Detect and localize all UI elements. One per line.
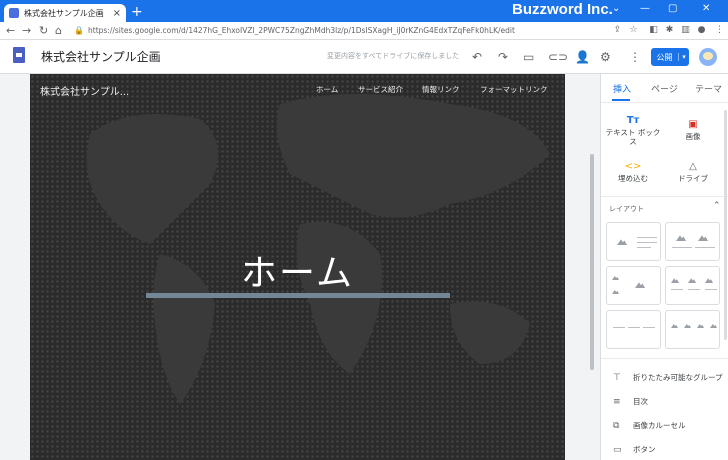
- hero-title[interactable]: ホーム: [30, 244, 565, 296]
- profile-icon[interactable]: ●: [696, 25, 707, 36]
- button-icon: ▭: [613, 444, 622, 455]
- brand-watermark: Buzzword Inc.: [512, 1, 613, 18]
- redo-icon[interactable]: ↷: [498, 50, 508, 64]
- nav-item-services[interactable]: サービス紹介: [358, 84, 403, 95]
- new-tab-button[interactable]: +: [131, 3, 143, 21]
- tab-insert[interactable]: 挿入: [613, 82, 631, 95]
- insert-item-label: 画像: [685, 132, 701, 141]
- browser-menu-icon[interactable]: ⋮: [714, 25, 725, 36]
- nav-item-home[interactable]: ホーム: [316, 84, 338, 95]
- address-bar: ← → ↻ ⌂ 🔒 https://sites.google.com/d/142…: [0, 22, 728, 40]
- tab-pages[interactable]: ページ: [651, 82, 678, 95]
- share-user-icon[interactable]: 👤: [575, 50, 590, 64]
- avatar[interactable]: [699, 48, 717, 66]
- tab-search-icon[interactable]: ⌄: [612, 3, 620, 14]
- hero-underline: [146, 293, 450, 298]
- drive-icon: △: [689, 161, 697, 172]
- insert-panel: 挿入 ページ テーマ Tт テキスト ボックス ▣ 画像 <> 埋め込む △ ド…: [600, 74, 728, 460]
- collapsible-icon: ⊤: [613, 372, 621, 383]
- browser-titlebar: 株式会社サンプル企画 × + Buzzword Inc. ⌄ — ▢ ✕: [0, 0, 728, 22]
- publish-button[interactable]: 公開 ▾: [651, 48, 689, 66]
- puzzle-icon[interactable]: ✱: [664, 25, 675, 36]
- layout-option[interactable]: [606, 222, 661, 261]
- forward-button[interactable]: →: [22, 24, 31, 37]
- layout-option[interactable]: [606, 310, 661, 349]
- insert-drive-button[interactable]: △ ドライブ: [665, 161, 721, 184]
- chevron-up-icon[interactable]: ⌃: [713, 201, 721, 211]
- active-tab-indicator: [612, 99, 630, 101]
- undo-icon[interactable]: ↶: [472, 50, 482, 64]
- collapsible-group-button[interactable]: ⊤ 折りたたみ可能なグループ: [613, 372, 723, 383]
- url-text: https://sites.google.com/d/1427hG_EhxoIV…: [88, 26, 515, 35]
- component-label: 画像カルーセル: [633, 421, 686, 430]
- publish-label: 公開: [656, 52, 673, 62]
- site-name[interactable]: 株式会社サンプル...: [40, 83, 129, 98]
- toc-icon: ≡: [613, 396, 621, 407]
- settings-gear-icon[interactable]: ⚙: [600, 50, 611, 64]
- site-header-canvas[interactable]: 株式会社サンプル... ホーム サービス紹介 情報リンク フォーマットリンク ホ…: [30, 74, 565, 460]
- sites-logo-icon[interactable]: [13, 47, 25, 63]
- layout-option[interactable]: [665, 222, 720, 261]
- browser-tab[interactable]: 株式会社サンプル企画 ×: [4, 4, 126, 22]
- nav-item-info-links[interactable]: 情報リンク: [422, 84, 460, 95]
- minimize-button[interactable]: —: [640, 3, 650, 14]
- layout-option[interactable]: [606, 266, 661, 305]
- insert-item-label: 埋め込む: [618, 174, 648, 183]
- section-divider: [601, 358, 728, 359]
- home-button[interactable]: ⌂: [55, 24, 62, 37]
- image-icon: ▣: [688, 119, 698, 130]
- embed-icon: <>: [624, 161, 642, 172]
- sites-favicon-icon: [9, 8, 19, 18]
- share-icon[interactable]: ⇪: [612, 25, 623, 36]
- link-icon[interactable]: ⊂⊃: [548, 50, 568, 64]
- tab-divider: [601, 102, 728, 103]
- reload-button[interactable]: ↻: [39, 24, 48, 37]
- panel-scrollbar[interactable]: [724, 110, 727, 340]
- editor-workspace: 株式会社サンプル... ホーム サービス紹介 情報リンク フォーマットリンク ホ…: [0, 74, 600, 460]
- tab-themes[interactable]: テーマ: [695, 82, 722, 95]
- table-of-contents-button[interactable]: ≡ 目次: [613, 396, 648, 407]
- layout-option[interactable]: [665, 310, 720, 349]
- tab-close-icon[interactable]: ×: [113, 8, 121, 19]
- tab-title: 株式会社サンプル企画: [24, 8, 104, 18]
- maximize-button[interactable]: ▢: [668, 3, 677, 14]
- textbox-icon: Tт: [626, 115, 640, 126]
- component-label: 折りたたみ可能なグループ: [633, 373, 723, 382]
- section-divider: [601, 196, 728, 197]
- insert-image-button[interactable]: ▣ 画像: [665, 119, 721, 142]
- publish-dropdown-icon[interactable]: ▾: [678, 53, 689, 61]
- layout-section-label: レイアウト: [609, 205, 644, 213]
- lock-icon: 🔒: [74, 26, 84, 35]
- layout-option[interactable]: [665, 266, 720, 305]
- insert-item-label: テキスト ボックス: [605, 128, 661, 146]
- save-status: 変更内容をすべてドライブに保存しました: [327, 52, 460, 60]
- canvas-scrollbar[interactable]: [590, 154, 594, 370]
- sites-appbar: 株式会社サンプル企画 変更内容をすべてドライブに保存しました ↶ ↷ ▭ ⊂⊃ …: [0, 40, 728, 74]
- url-field[interactable]: 🔒 https://sites.google.com/d/1427hG_Ehxo…: [70, 24, 610, 38]
- image-carousel-button[interactable]: ⧉ 画像カルーセル: [613, 420, 686, 431]
- insert-item-label: ドライブ: [678, 174, 708, 183]
- back-button[interactable]: ←: [6, 24, 15, 37]
- extension-icon[interactable]: ◧: [648, 25, 659, 36]
- sidepanel-icon[interactable]: ▥: [680, 25, 691, 36]
- insert-embed-button[interactable]: <> 埋め込む: [605, 161, 661, 184]
- button-component-button[interactable]: ▭ ボタン: [613, 444, 656, 455]
- close-window-button[interactable]: ✕: [702, 3, 710, 14]
- site-title[interactable]: 株式会社サンプル企画: [41, 48, 161, 65]
- carousel-icon: ⧉: [613, 420, 620, 431]
- preview-icon[interactable]: ▭: [523, 50, 534, 64]
- nav-item-format-links[interactable]: フォーマットリンク: [480, 84, 548, 95]
- bookmark-star-icon[interactable]: ☆: [628, 25, 639, 36]
- component-label: ボタン: [633, 445, 656, 454]
- more-icon[interactable]: ⋮: [629, 50, 641, 64]
- component-label: 目次: [633, 397, 648, 406]
- insert-textbox-button[interactable]: Tт テキスト ボックス: [605, 115, 661, 147]
